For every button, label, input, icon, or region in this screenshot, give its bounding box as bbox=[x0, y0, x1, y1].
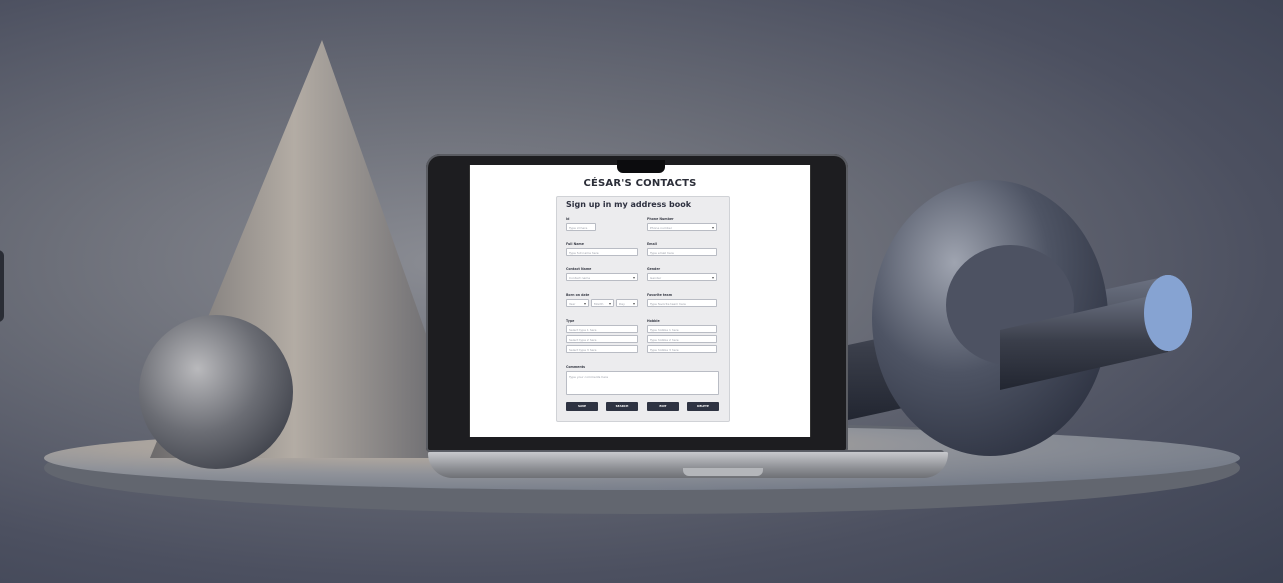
hobbie-3-input[interactable]: Type hobbie 3 here bbox=[647, 345, 717, 353]
contact-name-field: Contact Name Contact name bbox=[566, 267, 638, 282]
gender-label: Gender bbox=[647, 267, 661, 271]
gender-select[interactable]: Gender bbox=[647, 273, 717, 282]
full-name-field: Full Name Type full name here bbox=[566, 242, 638, 256]
phone-select[interactable]: Phone number bbox=[647, 223, 717, 232]
month-select[interactable]: Month bbox=[591, 299, 614, 308]
cylinder-front-cap-shape bbox=[1144, 275, 1192, 351]
left-edge-object bbox=[0, 250, 4, 322]
comments-textarea[interactable]: Type your comments here bbox=[566, 371, 719, 395]
id-field: Id Type id here bbox=[566, 217, 596, 231]
delete-button[interactable]: DELETE bbox=[687, 402, 719, 411]
year-select[interactable]: Year bbox=[566, 299, 589, 308]
laptop-notch bbox=[617, 160, 665, 173]
app-title: CÉSAR'S CONTACTS bbox=[583, 178, 697, 189]
favorite-team-label: Favorite team bbox=[647, 293, 673, 297]
email-label: Email bbox=[647, 242, 657, 246]
save-button[interactable]: SAVE bbox=[566, 402, 598, 411]
hobbie-label: Hobbie bbox=[647, 319, 660, 323]
search-button[interactable]: SEARCH bbox=[606, 402, 638, 411]
hobbie-2-input[interactable]: Type hobbie 2 here bbox=[647, 335, 717, 343]
signup-form: Sign up in my address book Id Type id he… bbox=[556, 196, 730, 422]
laptop-screen: CÉSAR'S CONTACTS Sign up in my address b… bbox=[469, 165, 811, 437]
type-field: Type Select type 1 here Select type 2 he… bbox=[566, 319, 638, 353]
day-select[interactable]: Day bbox=[616, 299, 638, 308]
contact-name-label: Contact Name bbox=[566, 267, 592, 271]
type-label: Type bbox=[566, 319, 575, 323]
laptop-trackpad bbox=[683, 468, 763, 476]
sphere-shape bbox=[139, 315, 293, 469]
phone-field: Phone Number Phone number bbox=[647, 217, 717, 232]
comments-label: Comments bbox=[566, 365, 586, 369]
scene: CÉSAR'S CONTACTS Sign up in my address b… bbox=[0, 0, 1283, 583]
comments-field: Comments Type your comments here bbox=[566, 365, 719, 395]
born-on-field: Born on date Year Month Day bbox=[566, 293, 638, 308]
hobbie-1-input[interactable]: Type hobbie 1 here bbox=[647, 325, 717, 333]
type-1-input[interactable]: Select type 1 here bbox=[566, 325, 638, 333]
email-input[interactable]: Type email here bbox=[647, 248, 717, 256]
phone-label: Phone Number bbox=[647, 217, 674, 221]
full-name-input[interactable]: Type full name here bbox=[566, 248, 638, 256]
favorite-team-field: Favorite team Type favorite team here bbox=[647, 293, 717, 307]
contact-name-select[interactable]: Contact name bbox=[566, 273, 638, 282]
id-input[interactable]: Type id here bbox=[566, 223, 596, 231]
form-title: Sign up in my address book bbox=[566, 200, 692, 209]
favorite-team-input[interactable]: Type favorite team here bbox=[647, 299, 717, 307]
hobbie-field: Hobbie Type hobbie 1 here Type hobbie 2 … bbox=[647, 319, 717, 353]
gender-field: Gender Gender bbox=[647, 267, 717, 282]
id-label: Id bbox=[566, 217, 570, 221]
type-2-input[interactable]: Select type 2 here bbox=[566, 335, 638, 343]
born-on-label: Born on date bbox=[566, 293, 590, 297]
full-name-label: Full Name bbox=[566, 242, 584, 246]
email-field: Email Type email here bbox=[647, 242, 717, 256]
edit-button[interactable]: EDIT bbox=[647, 402, 679, 411]
type-3-input[interactable]: Select type 3 here bbox=[566, 345, 638, 353]
